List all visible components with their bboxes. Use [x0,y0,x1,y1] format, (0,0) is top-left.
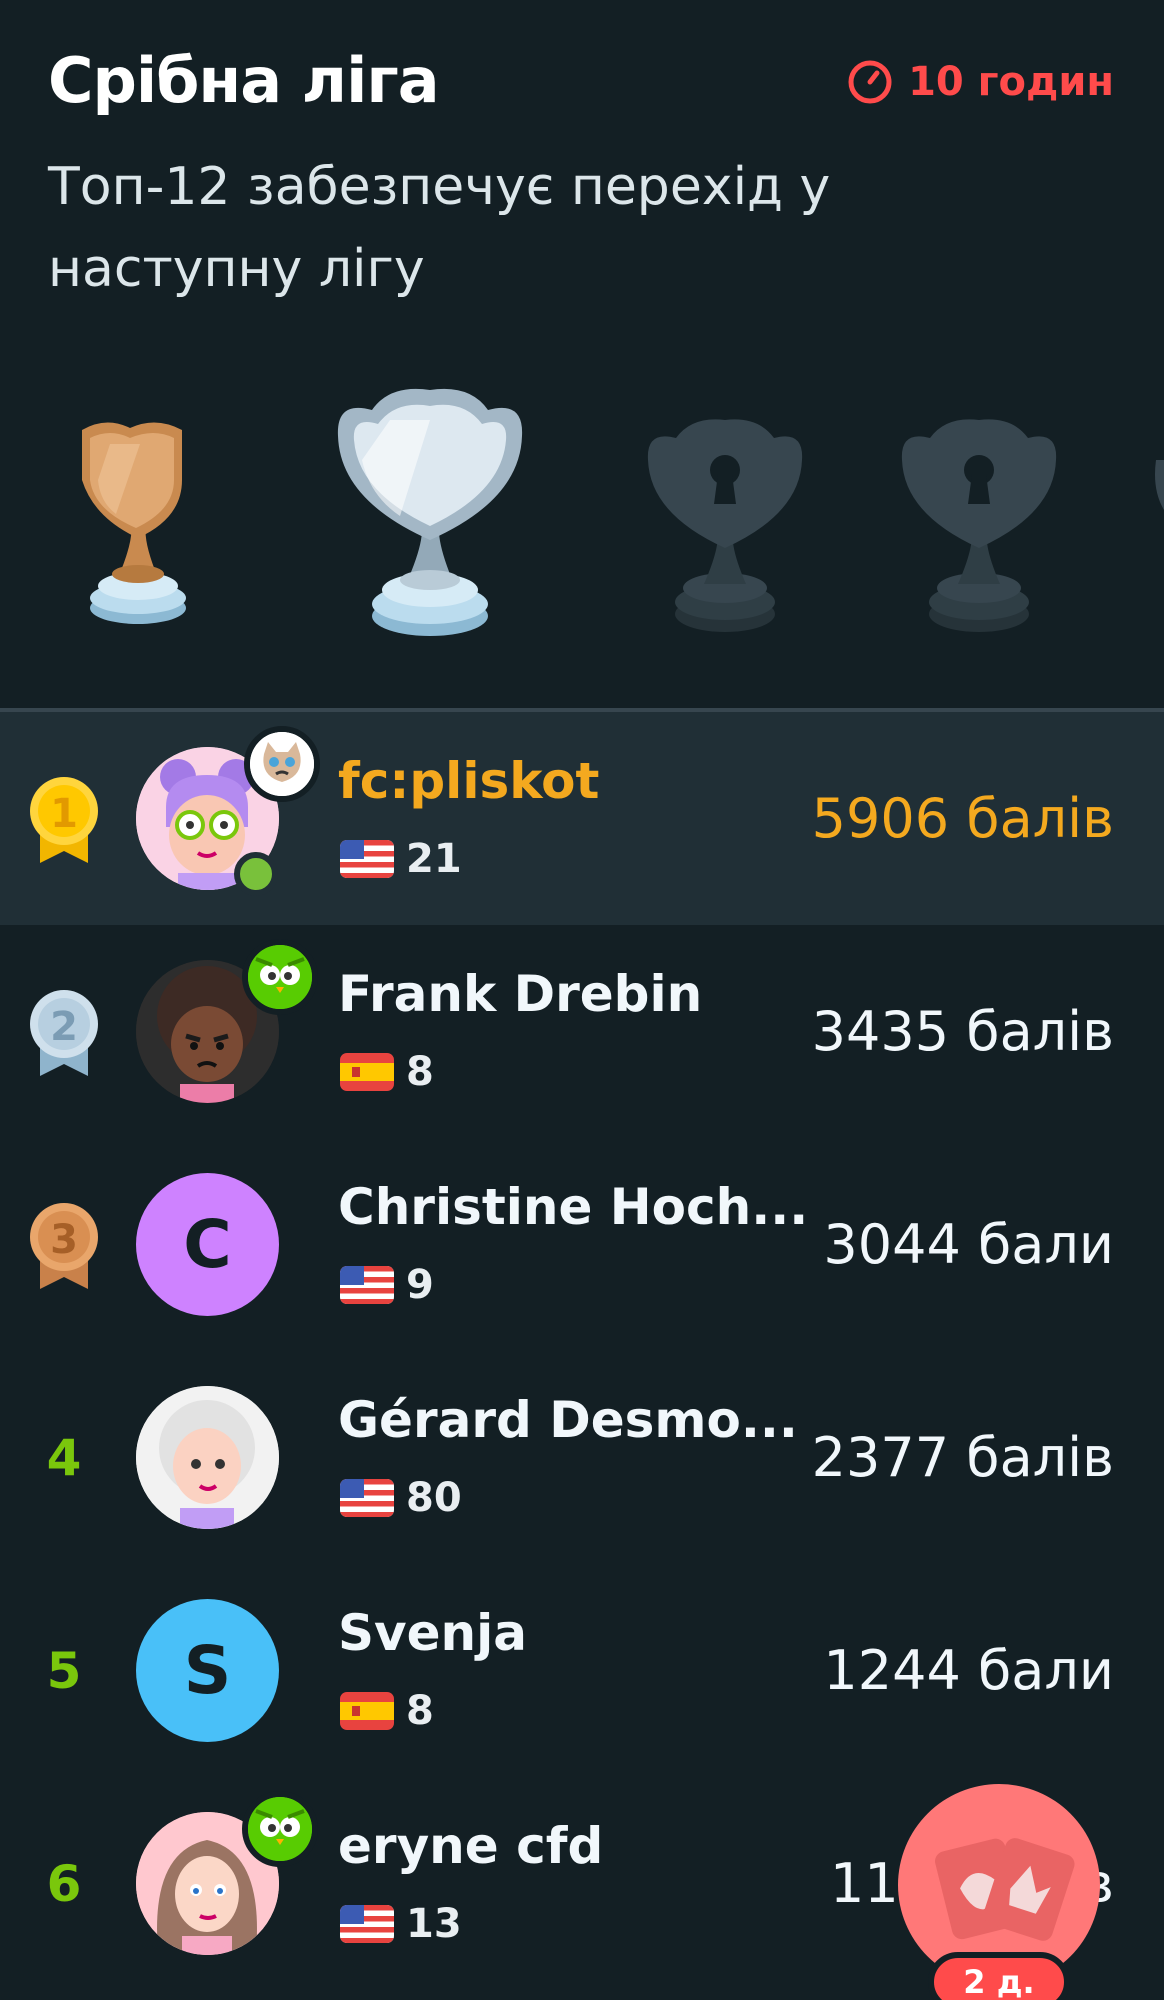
es-flag-icon [340,1053,394,1091]
user-name[interactable]: Svenja [338,1604,527,1662]
streak-count: 8 [406,1688,434,1734]
locked-league-icon[interactable] [1150,450,1164,530]
owl-badge-icon [242,1791,318,1867]
user-name[interactable]: Christine Hoch... [338,1178,808,1236]
cat-badge-icon [244,726,320,802]
rank-badge: 1 [26,712,102,925]
fab-badge: 2 д. [928,1952,1070,2000]
league-trophy-carousel[interactable] [0,370,1164,640]
user-name[interactable]: Frank Drebin [338,965,702,1023]
old-lady-avatar-icon [136,1386,279,1529]
points: 2377 балів [811,1426,1114,1489]
avatar-letter: C [183,1206,232,1283]
avatar-letter: S [183,1632,232,1709]
user-meta: 13 [340,1901,462,1947]
points: 5906 балів [811,787,1114,850]
avatar[interactable]: S [136,1599,279,1742]
rank-number: 5 [46,1641,82,1700]
clock-icon [848,60,892,104]
streak-count: 21 [406,836,462,882]
league-header: Срібна ліга 10 годин Топ-12 забезпечує п… [0,0,1164,300]
user-name[interactable]: fc:pliskot [338,752,599,810]
leaderboard-row[interactable]: 2 Frank Drebin 8 3435 балів [0,925,1164,1138]
avatar[interactable] [136,1386,279,1529]
silver-medal-icon: 2 [30,989,98,1076]
es-flag-icon [340,1692,394,1730]
streak-count: 13 [406,1901,462,1947]
gold-medal-icon: 1 [30,776,98,863]
streak-count: 8 [406,1049,434,1095]
user-meta: 8 [340,1049,434,1095]
timer-text: 10 годин [908,59,1114,105]
user-meta: 21 [340,836,462,882]
us-flag-icon [340,1479,394,1517]
online-status-dot [234,852,278,896]
locked-league-icon[interactable] [640,408,810,638]
medal-rank-number: 1 [50,791,78,837]
points-partial: 11 [830,1852,899,1915]
us-flag-icon [340,1266,394,1304]
points: 1244 бали [823,1639,1114,1702]
points: 3044 бали [823,1213,1114,1276]
silver-trophy-icon[interactable] [330,380,530,640]
locked-league-icon[interactable] [894,408,1064,638]
user-meta: 80 [340,1475,462,1521]
medal-rank-number: 2 [50,1004,78,1050]
user-meta: 8 [340,1688,434,1734]
points: 11 [830,1777,899,1990]
rank-badge: 3 [26,1138,102,1351]
user-name[interactable]: Gérard Desmo... [338,1391,798,1449]
points: 3435 балів [811,1000,1114,1063]
avatar[interactable]: C [136,1173,279,1316]
leaderboard-row[interactable]: 3 C Christine Hoch... 9 3044 бали [0,1138,1164,1351]
league-subtitle: Топ-12 забезпечує перехід у наступну ліг… [48,157,831,299]
medal-rank-number: 3 [50,1217,78,1263]
owl-badge-icon [242,939,318,1015]
leaderboard-row[interactable]: 5 S Svenja 8 1244 бали [0,1564,1164,1777]
rank-number: 4 [46,1428,82,1487]
leaderboard-row-current-user[interactable]: 1 fc:pliskot 21 5906 балів [0,712,1164,925]
us-flag-icon [340,840,394,878]
us-flag-icon [340,1905,394,1943]
rank-number: 6 [46,1854,82,1913]
user-meta: 9 [340,1262,434,1308]
bronze-trophy-icon[interactable] [70,410,200,630]
streak-count: 9 [406,1262,434,1308]
bronze-medal-icon: 3 [30,1202,98,1289]
page-title: Срібна ліга [48,44,440,117]
leaderboard-row[interactable]: 4 Gérard Desmo... 80 2377 балів [0,1351,1164,1564]
league-timer: 10 годин [846,58,1114,106]
streak-count: 80 [406,1475,462,1521]
rank-badge: 2 [26,925,102,1138]
user-name[interactable]: eryne cfd [338,1817,603,1875]
